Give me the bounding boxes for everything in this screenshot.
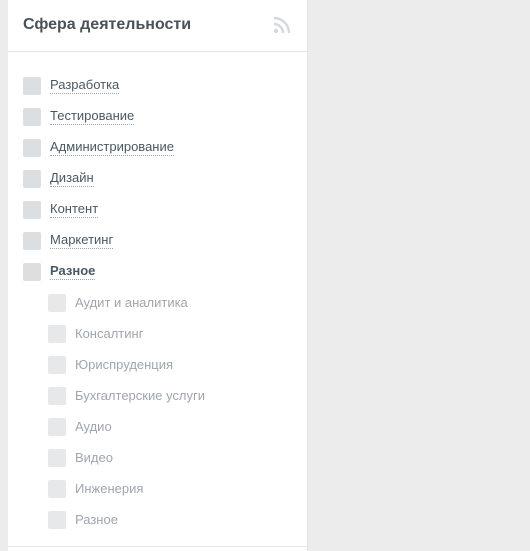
subcategory-label[interactable]: Инженерия (75, 481, 143, 497)
subcategory-label[interactable]: Аудит и аналитика (75, 295, 188, 311)
category-label[interactable]: Маркетинг (50, 232, 114, 249)
checkbox[interactable] (23, 262, 41, 281)
subcategory-label[interactable]: Аудио (75, 419, 112, 435)
category-label[interactable]: Разное (50, 263, 96, 280)
checkbox[interactable] (48, 510, 66, 529)
checkbox[interactable] (48, 293, 66, 312)
subcategory-label[interactable]: Видео (75, 450, 113, 466)
checkbox[interactable] (23, 138, 41, 157)
checkbox[interactable] (48, 324, 66, 343)
category-list: Разработка Тестирование Администрировани… (8, 70, 308, 535)
checkbox[interactable] (23, 231, 41, 250)
checkbox[interactable] (48, 417, 66, 436)
checkbox[interactable] (23, 107, 41, 126)
subcategory-item[interactable]: Аудио (8, 411, 308, 442)
subcategory-item[interactable]: Аудит и аналитика (8, 287, 308, 318)
checkbox[interactable] (48, 479, 66, 498)
subcategory-label[interactable]: Юриспруденция (75, 357, 173, 373)
subcategory-item[interactable]: Консалтинг (8, 318, 308, 349)
subcategory-item[interactable]: Бухгалтерские услуги (8, 380, 308, 411)
panel-title: Сфера деятельности (23, 16, 192, 33)
panel-divider (8, 546, 308, 547)
category-item-misc[interactable]: Разное (8, 256, 308, 287)
category-label[interactable]: Дизайн (50, 170, 94, 187)
category-item-testing[interactable]: Тестирование (8, 101, 308, 132)
subcategory-item[interactable]: Инженерия (8, 473, 308, 504)
checkbox[interactable] (48, 448, 66, 467)
category-label[interactable]: Тестирование (50, 108, 135, 125)
category-item-design[interactable]: Дизайн (8, 163, 308, 194)
rss-icon[interactable] (273, 16, 291, 34)
subcategory-item[interactable]: Видео (8, 442, 308, 473)
category-item-marketing[interactable]: Маркетинг (8, 225, 308, 256)
checkbox[interactable] (23, 76, 41, 95)
category-label[interactable]: Разработка (50, 77, 120, 94)
category-label[interactable]: Администрирование (50, 139, 174, 156)
category-item-content[interactable]: Контент (8, 194, 308, 225)
subcategory-label[interactable]: Разное (75, 512, 118, 528)
category-item-administration[interactable]: Администрирование (8, 132, 308, 163)
subcategory-item[interactable]: Юриспруденция (8, 349, 308, 380)
checkbox[interactable] (48, 355, 66, 374)
activity-filter-panel: Сфера деятельности Разработка Тестирован… (8, 0, 308, 551)
panel-header: Сфера деятельности (8, 0, 307, 52)
category-item-development[interactable]: Разработка (8, 70, 308, 101)
checkbox[interactable] (23, 169, 41, 188)
category-label[interactable]: Контент (50, 201, 99, 218)
subcategory-label[interactable]: Бухгалтерские услуги (75, 388, 205, 404)
checkbox[interactable] (23, 200, 41, 219)
subcategory-label[interactable]: Консалтинг (75, 326, 143, 342)
checkbox[interactable] (48, 386, 66, 405)
subcategory-item[interactable]: Разное (8, 504, 308, 535)
